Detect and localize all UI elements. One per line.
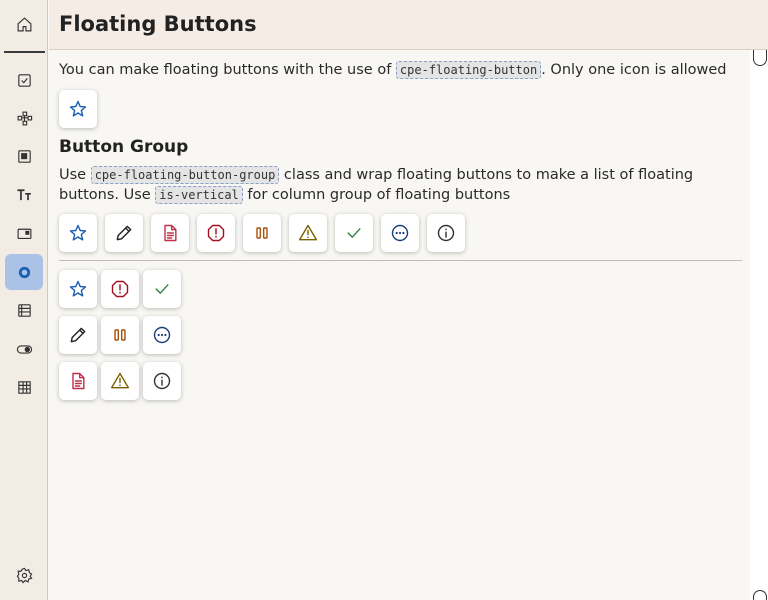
pause-icon (256, 227, 268, 239)
settings-icon[interactable] (5, 557, 43, 593)
intro-text: You can make floating buttons with the u… (59, 62, 396, 78)
check-floating-button[interactable] (143, 270, 181, 308)
intro-text-after: . Only one icon is allowed (541, 62, 727, 78)
star-floating-button[interactable] (59, 90, 97, 128)
button-group-title: Button Group (59, 137, 189, 157)
scroll-down-arrow[interactable] (753, 590, 767, 600)
floating-buttons-icon[interactable] (5, 254, 43, 290)
star-icon (69, 280, 87, 297)
table-icon[interactable] (5, 369, 43, 405)
page-header: Floating Buttons (49, 0, 768, 50)
more-floating-button[interactable] (143, 316, 181, 354)
check-icon (155, 284, 169, 294)
sidebar-divider (4, 51, 45, 53)
sidebar (0, 0, 48, 600)
pencil-icon (70, 327, 86, 343)
check-floating-button[interactable] (335, 214, 373, 252)
panel-icon[interactable] (5, 138, 43, 174)
pencil-floating-button[interactable] (59, 316, 97, 354)
toggle-icon[interactable] (5, 331, 43, 367)
check-icon (347, 228, 361, 238)
stop-floating-button[interactable] (101, 270, 139, 308)
more-icon (391, 224, 409, 242)
page-title: Floating Buttons (59, 12, 257, 36)
checkbox-icon[interactable] (5, 62, 43, 98)
intro-paragraph: You can make floating buttons with the u… (59, 60, 727, 80)
horizontal-button-group (59, 214, 465, 252)
vertical-group-1 (59, 270, 97, 400)
group-paragraph: Use cpe-floating-button-group class and … (59, 165, 739, 205)
info-floating-button[interactable] (143, 362, 181, 400)
scroll-up-arrow[interactable] (753, 50, 767, 66)
group-code-1: cpe-floating-button-group (90, 166, 280, 184)
star-floating-button[interactable] (59, 270, 97, 308)
typography-icon[interactable] (5, 176, 43, 212)
group-code-2: is-vertical (155, 186, 243, 204)
info-floating-button[interactable] (427, 214, 465, 252)
document-icon (164, 224, 177, 242)
pause-floating-button[interactable] (101, 316, 139, 354)
stop-icon (111, 280, 129, 298)
warning-icon (110, 372, 130, 389)
stop-icon (207, 224, 225, 242)
star-floating-button[interactable] (59, 214, 97, 252)
warning-icon (298, 224, 318, 241)
star-icon (69, 100, 87, 117)
info-icon (437, 224, 455, 242)
vertical-group-3 (143, 270, 181, 400)
more-icon (153, 326, 171, 344)
scrollbar[interactable] (750, 50, 768, 600)
info-icon (153, 372, 171, 390)
home-icon[interactable] (5, 6, 43, 42)
document-icon (72, 372, 85, 390)
intro-code: cpe-floating-button (395, 61, 542, 79)
document-floating-button[interactable] (59, 362, 97, 400)
vertical-group-2 (101, 270, 139, 400)
diagram-icon[interactable] (5, 100, 43, 136)
divider (59, 260, 742, 261)
star-icon (69, 224, 87, 241)
list-icon[interactable] (5, 292, 43, 328)
pause-icon (114, 329, 126, 341)
group-text-1: Use (59, 167, 91, 183)
pencil-icon (116, 225, 132, 241)
group-text-3: for column group of floating buttons (242, 187, 511, 203)
warning-floating-button[interactable] (101, 362, 139, 400)
pencil-floating-button[interactable] (105, 214, 143, 252)
vertical-button-groups (59, 270, 181, 400)
card-icon[interactable] (5, 215, 43, 251)
document-floating-button[interactable] (151, 214, 189, 252)
warning-floating-button[interactable] (289, 214, 327, 252)
pause-floating-button[interactable] (243, 214, 281, 252)
more-floating-button[interactable] (381, 214, 419, 252)
stop-floating-button[interactable] (197, 214, 235, 252)
